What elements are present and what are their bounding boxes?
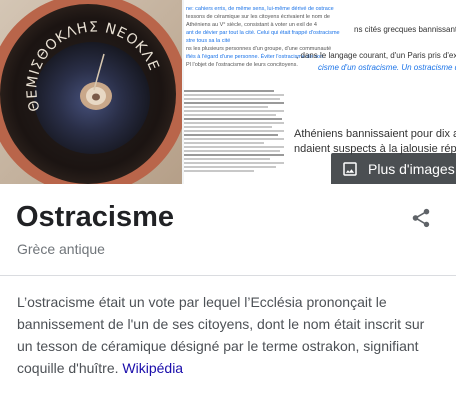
doc-side-line: , dans le langage courant, d'un Paris pr…	[296, 51, 456, 60]
wikipedia-source-link[interactable]: Wikipédia	[122, 360, 183, 376]
share-button[interactable]	[407, 204, 435, 232]
doc-line: stre tous sa la cité	[186, 38, 231, 44]
entity-title: Ostracisme	[16, 201, 174, 233]
image-strip: ΘΕΜΙΣΘΟΚΛΗΣ ΝΕΟΚΛΕΟΣ ne: cahiers erris, …	[0, 0, 456, 184]
doc-side-line: cisme d'un ostracisme. Un ostracisme que…	[318, 63, 456, 72]
share-icon	[412, 208, 430, 228]
more-images-label: Plus d'images	[368, 161, 455, 177]
doc-line: ne: cahiers erris, de même sens, lui-mêm…	[186, 6, 334, 12]
entity-description: L’ostracisme était un vote par lequel l’…	[17, 291, 441, 379]
doc-dense-text-block	[184, 90, 288, 182]
doc-line: Pl l'objet de l'ostracisme de leurs conc…	[186, 62, 298, 68]
title-section: Ostracisme Grèce antique	[0, 184, 456, 276]
doc-side-line: ns cités grecques bannissant pour dix an…	[354, 25, 456, 34]
doc-line: tessons de céramique sur les citoyens éc…	[186, 14, 330, 20]
description-text: L’ostracisme était un vote par lequel l’…	[17, 294, 425, 376]
ostrakon-photo[interactable]: ΘΕΜΙΣΘΟΚΛΗΣ ΝΕΟΚΛΕΟΣ	[0, 0, 182, 184]
ostrakon-image: ΘΕΜΙΣΘΟΚΛΗΣ ΝΕΟΚΛΕΟΣ	[0, 0, 182, 184]
entity-subtitle: Grèce antique	[17, 241, 105, 257]
doc-large-line: Athéniens bannissaient pour dix ans	[294, 128, 456, 140]
doc-line: Athéniens au V° siècle, consistant à vot…	[186, 22, 317, 28]
image-icon	[343, 162, 357, 176]
knowledge-panel: ΘΕΜΙΣΘΟΚΛΗΣ ΝΕΟΚΛΕΟΣ ne: cahiers erris, …	[0, 0, 456, 401]
doc-line: ant de dévier par tout la cité. Celui qu…	[186, 30, 340, 36]
more-images-button[interactable]: Plus d'images	[331, 153, 456, 184]
